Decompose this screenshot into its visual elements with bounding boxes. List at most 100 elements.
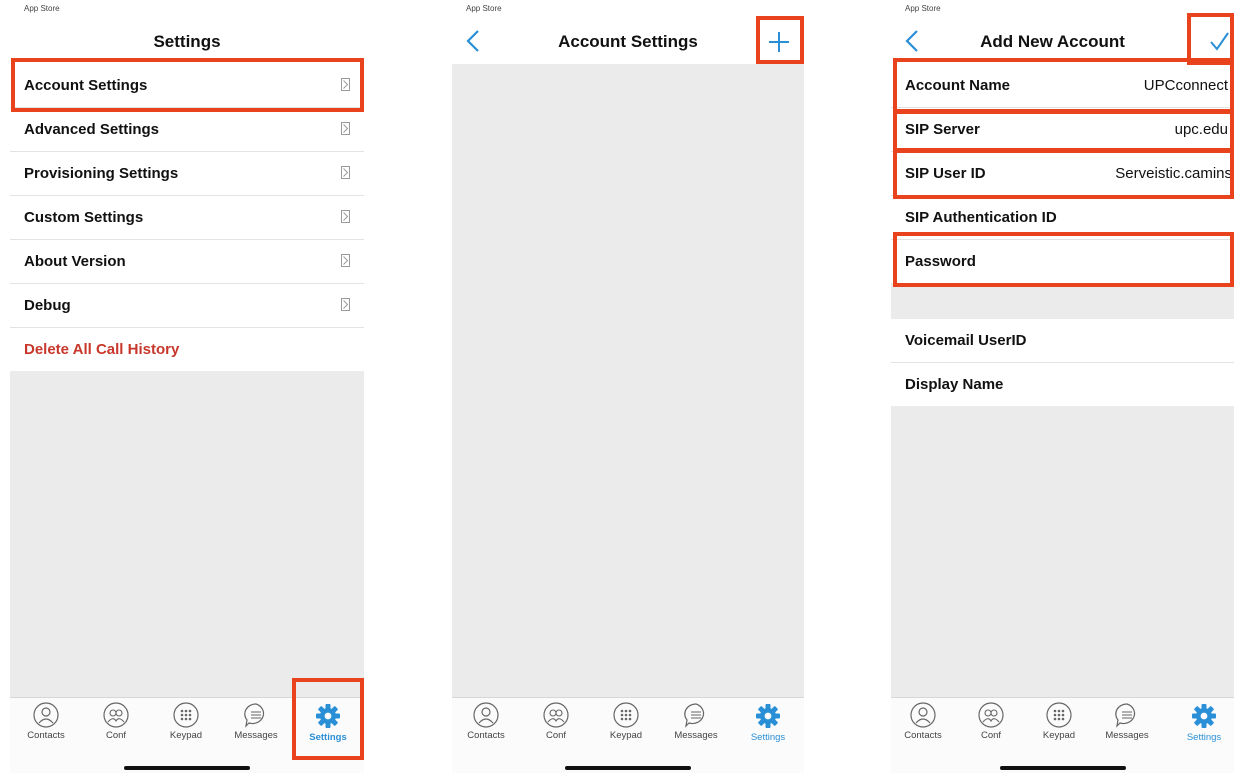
delete-call-history-label: Delete All Call History bbox=[24, 341, 180, 358]
tab-label: Contacts bbox=[467, 730, 505, 741]
chevron-right-icon bbox=[341, 166, 350, 179]
group-icon bbox=[978, 702, 1004, 728]
tab-label: Contacts bbox=[27, 730, 65, 741]
account-name-field[interactable]: Account Name UPCconnect bbox=[891, 64, 1234, 108]
chevron-right-icon bbox=[341, 254, 350, 267]
settings-screen: App Store Settings Account Settings Adva… bbox=[10, 0, 364, 773]
tab-bar: Contacts Conf Keypad Messages Settings bbox=[891, 697, 1234, 773]
settings-item-label: Advanced Settings bbox=[24, 121, 160, 138]
tab-messages[interactable]: Messages bbox=[226, 702, 286, 748]
tab-conf[interactable]: Conf bbox=[961, 702, 1021, 748]
tab-bar: Contacts Conf Keypad Messages Settings bbox=[10, 697, 364, 773]
field-value: Serveistic.camins bbox=[1115, 165, 1232, 182]
field-label: Display Name bbox=[905, 376, 1004, 393]
home-indicator bbox=[999, 766, 1126, 770]
gear-icon bbox=[316, 704, 340, 728]
settings-list: Account Settings Advanced Settings Provi… bbox=[10, 64, 364, 371]
settings-item-label: Account Settings bbox=[24, 77, 148, 94]
home-indicator bbox=[565, 766, 691, 770]
tab-label: Messages bbox=[1105, 730, 1149, 741]
sip-server-field[interactable]: SIP Server upc.edu bbox=[891, 108, 1234, 152]
tab-messages[interactable]: Messages bbox=[666, 702, 726, 748]
tab-contacts[interactable]: Contacts bbox=[16, 702, 76, 748]
tab-label: Settings bbox=[750, 732, 786, 743]
field-label: SIP Server bbox=[905, 121, 980, 138]
settings-item-provisioning[interactable]: Provisioning Settings bbox=[10, 152, 364, 196]
content-area: Account Settings Advanced Settings Provi… bbox=[10, 64, 364, 698]
tab-contacts[interactable]: Contacts bbox=[893, 702, 953, 748]
tab-settings[interactable]: Settings bbox=[738, 702, 798, 748]
content-area bbox=[452, 64, 804, 698]
keypad-icon bbox=[613, 702, 639, 728]
message-icon bbox=[684, 703, 705, 728]
gear-icon bbox=[1192, 704, 1216, 728]
tab-messages[interactable]: Messages bbox=[1097, 702, 1157, 748]
sip-authentication-id-field[interactable]: SIP Authentication ID bbox=[891, 196, 1234, 240]
chevron-right-icon bbox=[341, 210, 350, 223]
tab-contacts[interactable]: Contacts bbox=[456, 702, 516, 748]
voicemail-userid-field[interactable]: Voicemail UserID bbox=[891, 319, 1234, 363]
tab-label: Messages bbox=[234, 730, 278, 741]
tab-conf[interactable]: Conf bbox=[526, 702, 586, 748]
tab-label: Settings bbox=[1186, 732, 1222, 743]
sip-user-id-field[interactable]: SIP User ID Serveistic.camins bbox=[891, 152, 1234, 196]
tab-label: Messages bbox=[674, 730, 718, 741]
display-name-field[interactable]: Display Name bbox=[891, 363, 1234, 406]
content-area: Account Name UPCconnect SIP Server upc.e… bbox=[891, 64, 1234, 698]
add-account-button[interactable] bbox=[758, 20, 800, 64]
section-gap bbox=[891, 283, 1234, 319]
home-indicator bbox=[124, 766, 250, 770]
settings-item-label: Provisioning Settings bbox=[24, 165, 179, 182]
settings-item-account[interactable]: Account Settings bbox=[10, 64, 364, 108]
settings-item-custom[interactable]: Custom Settings bbox=[10, 196, 364, 240]
tab-settings[interactable]: Settings bbox=[1174, 702, 1234, 748]
chevron-right-icon bbox=[341, 78, 350, 91]
save-account-button[interactable] bbox=[1191, 20, 1234, 64]
tab-label: Conf bbox=[105, 730, 127, 741]
tab-label: Contacts bbox=[904, 730, 942, 741]
tab-label: Keypad bbox=[609, 730, 643, 741]
person-icon bbox=[910, 702, 936, 728]
tab-label: Conf bbox=[545, 730, 567, 741]
keypad-icon bbox=[1046, 702, 1072, 728]
status-bar-text: App Store bbox=[24, 4, 60, 13]
group-icon bbox=[103, 702, 129, 728]
settings-item-label: Debug bbox=[24, 297, 71, 314]
person-icon bbox=[33, 702, 59, 728]
settings-item-about[interactable]: About Version bbox=[10, 240, 364, 284]
tab-label: Conf bbox=[980, 730, 1002, 741]
field-label: SIP User ID bbox=[905, 165, 986, 182]
tab-label: Settings bbox=[309, 732, 347, 743]
field-value: upc.edu bbox=[1174, 121, 1228, 138]
add-account-screen: App Store Add New Account Account Name U… bbox=[891, 0, 1234, 773]
plus-icon bbox=[769, 32, 789, 52]
nav-bar: Account Settings bbox=[452, 18, 804, 64]
checkmark-icon bbox=[1210, 32, 1229, 51]
field-label: Password bbox=[905, 253, 976, 270]
tab-keypad[interactable]: Keypad bbox=[596, 702, 656, 748]
settings-item-label: About Version bbox=[24, 253, 126, 270]
nav-bar: Settings bbox=[10, 18, 364, 64]
chevron-right-icon bbox=[341, 122, 350, 135]
field-label: SIP Authentication ID bbox=[905, 209, 1057, 226]
page-title: Settings bbox=[153, 32, 221, 51]
nav-bar: Add New Account bbox=[891, 18, 1234, 64]
password-field[interactable]: Password bbox=[891, 240, 1234, 283]
tab-label: Keypad bbox=[169, 730, 203, 741]
settings-item-debug[interactable]: Debug bbox=[10, 284, 364, 328]
tab-conf[interactable]: Conf bbox=[86, 702, 146, 748]
settings-item-advanced[interactable]: Advanced Settings bbox=[10, 108, 364, 152]
field-label: Account Name bbox=[905, 77, 1011, 94]
message-icon bbox=[1115, 703, 1136, 728]
gear-icon bbox=[756, 704, 780, 728]
status-bar-text: App Store bbox=[466, 4, 502, 13]
account-form-secondary: Voicemail UserID Display Name bbox=[891, 319, 1234, 406]
account-settings-screen: App Store Account Settings Contacts Conf… bbox=[452, 0, 804, 773]
group-icon bbox=[543, 702, 569, 728]
delete-call-history-button[interactable]: Delete All Call History bbox=[10, 328, 364, 371]
page-title: Account Settings bbox=[558, 32, 698, 51]
tab-settings[interactable]: Settings bbox=[298, 702, 358, 748]
tab-keypad[interactable]: Keypad bbox=[1029, 702, 1089, 748]
tab-keypad[interactable]: Keypad bbox=[156, 702, 216, 748]
message-icon bbox=[244, 703, 265, 728]
